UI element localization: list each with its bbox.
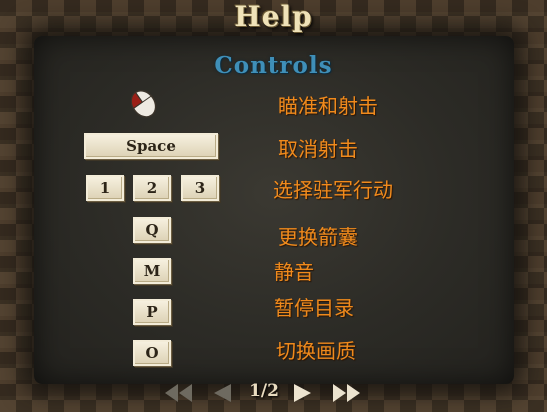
control-label-toggle-quality: 切换画质 <box>276 339 356 363</box>
mouse-left-click-icon <box>130 89 157 118</box>
key-space: Space <box>84 133 218 159</box>
double-right-arrow-icon[interactable] <box>331 382 363 404</box>
key-m: M <box>133 258 171 284</box>
key-3: 3 <box>181 175 219 201</box>
key-q: Q <box>133 217 171 243</box>
key-o: O <box>133 340 171 366</box>
key-p: P <box>133 299 171 325</box>
control-label-aim-shoot: 瞄准和射击 <box>278 94 378 118</box>
double-left-arrow-icon[interactable] <box>163 382 195 404</box>
right-arrow-icon[interactable] <box>292 382 314 404</box>
key-2: 2 <box>133 175 171 201</box>
pagination: 1/2 <box>0 380 547 406</box>
left-arrow-icon[interactable] <box>211 382 233 404</box>
control-label-mute: 静音 <box>274 260 314 284</box>
controls-heading: Controls <box>214 52 333 79</box>
help-title: Help <box>234 0 313 33</box>
help-panel <box>34 36 514 384</box>
control-label-cancel-shoot: 取消射击 <box>278 137 358 161</box>
control-label-switch-quiver: 更换箭囊 <box>278 225 358 249</box>
control-label-garrison-action: 选择驻军行动 <box>273 178 393 202</box>
control-label-pause-menu: 暂停目录 <box>274 296 354 320</box>
key-1: 1 <box>86 175 124 201</box>
page-indicator: 1/2 <box>249 381 279 401</box>
